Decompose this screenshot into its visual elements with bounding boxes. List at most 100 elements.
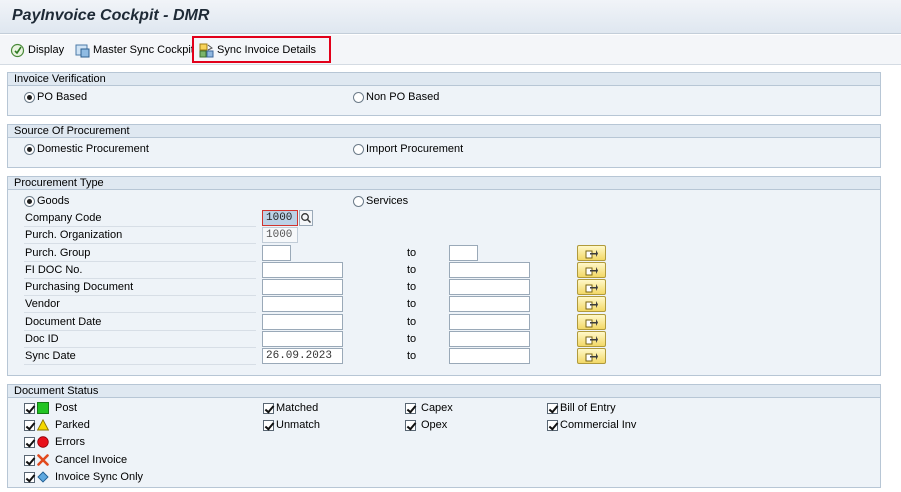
fi-doc-to-input[interactable] [449, 262, 530, 278]
post-checkbox[interactable] [24, 403, 35, 414]
unmatch-checkbox[interactable] [263, 420, 274, 431]
sync-date-multiple-selection-button[interactable] [577, 348, 606, 364]
purchasing-document-from-input[interactable] [262, 279, 343, 295]
sync-date-from-input[interactable]: 26.09.2023 [262, 348, 343, 364]
fi-doc-from-input[interactable] [262, 262, 343, 278]
vendor-from-input[interactable] [262, 296, 343, 312]
purchasing-document-multiple-selection-button[interactable] [577, 279, 606, 295]
vendor-to-label: to [407, 298, 417, 310]
sync-invoice-details-label: Sync Invoice Details [217, 44, 317, 56]
services-label: Services [366, 195, 409, 207]
purchasing-document-to-input[interactable] [449, 279, 530, 295]
doc-id-to-input[interactable] [449, 331, 530, 347]
import-procurement-radio[interactable] [353, 144, 364, 155]
yellow-triangle-icon [37, 419, 49, 431]
multiple-selection-icon [585, 318, 598, 327]
sync-cockpit-icon [75, 44, 90, 57]
doc-id-to-label: to [407, 333, 417, 345]
master-sync-cockpit-button[interactable]: Master Sync Cockpit [75, 40, 194, 60]
sync-date-to-input[interactable] [449, 348, 530, 364]
commercial-inv-checkbox[interactable] [547, 420, 558, 431]
doc-id-multiple-selection-button[interactable] [577, 331, 606, 347]
company-code-search-help[interactable] [299, 210, 313, 226]
domestic-procurement-label: Domestic Procurement [37, 143, 149, 155]
document-date-to-input[interactable] [449, 314, 530, 330]
sync-date-label: Sync Date [24, 349, 256, 365]
purch-group-multiple-selection-button[interactable] [577, 245, 606, 261]
purch-group-to-label: to [407, 247, 417, 259]
fi-doc-multiple-selection-button[interactable] [577, 262, 606, 278]
cancel-x-icon [37, 454, 49, 466]
invoice-verification-section [7, 86, 881, 116]
bill-of-entry-checkbox[interactable] [547, 403, 558, 414]
master-sync-cockpit-label: Master Sync Cockpit [93, 44, 194, 56]
purchasing-document-label: Purchasing Document [24, 280, 256, 296]
multiple-selection-icon [585, 352, 598, 361]
errors-label: Errors [55, 436, 85, 448]
po-based-radio[interactable] [24, 92, 35, 103]
purch-group-from-input[interactable] [262, 245, 291, 261]
document-date-label: Document Date [24, 315, 256, 331]
unmatch-label: Unmatch [276, 419, 321, 431]
capex-checkbox[interactable] [405, 403, 416, 414]
company-code-label: Company Code [24, 211, 256, 227]
sync-invoice-icon [199, 43, 214, 57]
services-radio[interactable] [353, 196, 364, 207]
non-po-based-label: Non PO Based [366, 91, 440, 103]
doc-id-label: Doc ID [24, 332, 256, 348]
purch-group-to-input[interactable] [449, 245, 478, 261]
parked-checkbox[interactable] [24, 420, 35, 431]
fi-doc-label: FI DOC No. [24, 263, 256, 279]
sync-invoice-details-button[interactable]: Sync Invoice Details [199, 40, 316, 60]
document-date-to-label: to [407, 316, 417, 328]
po-based-label: PO Based [37, 91, 88, 103]
cancel-invoice-checkbox[interactable] [24, 455, 35, 466]
company-code-input[interactable]: 1000 [262, 210, 298, 226]
document-date-multiple-selection-button[interactable] [577, 314, 606, 330]
doc-id-from-input[interactable] [262, 331, 343, 347]
page-title: PayInvoice Cockpit - DMR [12, 7, 210, 24]
invoice-sync-only-label: Invoice Sync Only [55, 471, 144, 483]
goods-radio[interactable] [24, 196, 35, 207]
invoice-sync-only-checkbox[interactable] [24, 472, 35, 483]
vendor-multiple-selection-button[interactable] [577, 296, 606, 312]
fi-doc-to-label: to [407, 264, 417, 276]
multiple-selection-icon [585, 266, 598, 275]
opex-checkbox[interactable] [405, 420, 416, 431]
opex-label: Opex [421, 419, 448, 431]
capex-label: Capex [421, 402, 453, 414]
domestic-procurement-radio[interactable] [24, 144, 35, 155]
sync-date-to-label: to [407, 350, 417, 362]
matched-label: Matched [276, 402, 319, 414]
commercial-inv-label: Commercial Inv [560, 419, 637, 431]
errors-checkbox[interactable] [24, 437, 35, 448]
non-po-based-radio[interactable] [353, 92, 364, 103]
vendor-to-input[interactable] [449, 296, 530, 312]
display-label: Display [28, 44, 65, 56]
goods-label: Goods [37, 195, 70, 207]
purch-group-label: Purch. Group [24, 246, 256, 262]
application-toolbar: Display Master Sync Cockpit Sync Invoice… [0, 35, 901, 65]
green-square-icon [37, 402, 49, 414]
display-button[interactable]: Display [10, 40, 64, 60]
document-status-header: Document Status [7, 384, 881, 398]
multiple-selection-icon [585, 300, 598, 309]
red-circle-icon [37, 436, 49, 448]
multiple-selection-icon [585, 335, 598, 344]
multiple-selection-icon [585, 283, 598, 292]
title-bar: PayInvoice Cockpit - DMR [0, 0, 901, 34]
invoice-verification-header: Invoice Verification [7, 72, 881, 86]
procurement-type-header: Procurement Type [7, 176, 881, 190]
purchasing-document-to-label: to [407, 281, 417, 293]
cancel-invoice-label: Cancel Invoice [55, 454, 128, 466]
matched-checkbox[interactable] [263, 403, 274, 414]
multiple-selection-icon [585, 249, 598, 258]
post-label: Post [55, 402, 78, 414]
import-procurement-label: Import Procurement [366, 143, 464, 155]
search-icon [301, 213, 312, 224]
display-icon [10, 43, 25, 57]
purch-org-label: Purch. Organization [24, 228, 256, 244]
purch-org-input[interactable]: 1000 [262, 227, 298, 243]
parked-label: Parked [55, 419, 90, 431]
document-date-from-input[interactable] [262, 314, 343, 330]
